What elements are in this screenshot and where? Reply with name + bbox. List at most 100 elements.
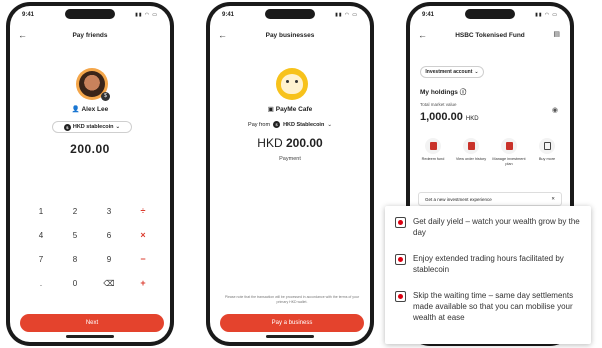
action-label: View order history xyxy=(455,157,487,161)
keypad-key[interactable]: − xyxy=(126,247,160,271)
holdings-title: My holdings ⓘ xyxy=(420,86,466,96)
market-value: 1,000.00 HKD xyxy=(420,111,479,123)
action-buy-more[interactable]: Buy more xyxy=(530,138,564,167)
action-label: Manage investment plan xyxy=(492,157,526,166)
info-icon[interactable]: ⓘ xyxy=(460,89,467,96)
keypad-key[interactable]: 1 xyxy=(24,199,58,223)
stablecoin-badge-icon: $ xyxy=(101,92,110,101)
extended-hours-icon xyxy=(395,254,406,265)
keypad-key[interactable]: 0 xyxy=(58,271,92,295)
action-redeem-fund[interactable]: Redeem fund xyxy=(416,138,450,167)
feature-card: Get daily yield – watch your wealth grow… xyxy=(385,206,591,344)
payment-label: Payment xyxy=(279,156,301,162)
feature-text: Get daily yield – watch your wealth grow… xyxy=(413,217,580,238)
promo-banner[interactable]: Get a new investment experience ✕ xyxy=(418,192,562,206)
keypad-key[interactable]: 3 xyxy=(92,199,126,223)
signal-battery-icon: ▮▮ ◠ ▭ xyxy=(535,12,558,18)
next-button[interactable]: Next xyxy=(20,314,164,332)
amount-display: HKD 200.00 xyxy=(210,136,370,150)
feature-extended-hours: Enjoy extended trading hours facilitated… xyxy=(395,253,587,275)
page-title: Pay businesses xyxy=(265,31,315,39)
keypad-key[interactable]: 7 xyxy=(24,247,58,271)
pay-business-button[interactable]: Pay a business xyxy=(220,314,364,332)
action-order-history[interactable]: View order history xyxy=(454,138,488,167)
avatar: $ xyxy=(76,68,110,101)
signal-battery-icon: ▮▮ ◠ ▭ xyxy=(135,12,158,18)
phone-screen: 9:41 ▮▮ ◠ ▭ ← Pay friends $ 👤 Alex Lee $… xyxy=(10,6,170,342)
back-arrow-icon[interactable]: ← xyxy=(418,28,427,42)
nav-bar: ← Pay friends xyxy=(10,28,170,42)
keypad-key[interactable]: 2 xyxy=(58,199,92,223)
signal-battery-icon: ▮▮ ◠ ▭ xyxy=(335,12,358,18)
merchant-name-text: PayMe Cafe xyxy=(275,106,313,113)
keypad-key[interactable]: × xyxy=(126,223,160,247)
store-icon: ▣ xyxy=(267,106,274,113)
amount-currency: HKD xyxy=(257,136,283,150)
eye-icon[interactable]: ◉ xyxy=(552,106,558,114)
keypad-key[interactable]: ÷ xyxy=(126,199,160,223)
keypad-key[interactable]: 4 xyxy=(24,223,58,247)
disclaimer-text: Please note that the transaction will be… xyxy=(224,295,360,304)
notch xyxy=(465,9,515,19)
pay-from-label: Pay from xyxy=(248,121,271,128)
back-arrow-icon[interactable]: ← xyxy=(18,28,27,42)
home-indicator xyxy=(266,335,314,338)
back-arrow-icon[interactable]: ← xyxy=(218,28,227,42)
contact-name: 👤 Alex Lee xyxy=(10,105,170,113)
phone-pay-friends: 9:41 ▮▮ ◠ ▭ ← Pay friends $ 👤 Alex Lee $… xyxy=(6,2,174,346)
close-icon[interactable]: ✕ xyxy=(551,196,555,202)
action-label: Redeem fund xyxy=(421,157,445,161)
action-label: Buy more xyxy=(538,157,556,161)
investment-plan-icon xyxy=(501,138,517,154)
nav-bar: ← HSBC Tokenised Fund ▤ xyxy=(410,28,570,42)
home-indicator xyxy=(66,335,114,338)
keypad-key[interactable]: 9 xyxy=(92,247,126,271)
feature-daily-yield: Get daily yield – watch your wealth grow… xyxy=(395,216,587,238)
action-investment-plan[interactable]: Manage investment plan xyxy=(492,138,526,167)
cafe-mascot-icon xyxy=(281,74,303,94)
number-keypad: 1 2 3 ÷ 4 5 6 × 7 8 9−. 0 ⌫ + xyxy=(24,199,160,295)
chevron-down-icon: ⌄ xyxy=(474,69,479,75)
keypad-key[interactable]: 6 xyxy=(92,223,126,247)
currency-selector-label: HKD stablecoin xyxy=(72,124,114,130)
user-icon: 👤 xyxy=(71,106,80,113)
amount-display: 200.00 xyxy=(70,142,110,156)
market-value-currency: HKD xyxy=(465,116,479,122)
notch xyxy=(265,9,315,19)
page-title: HSBC Tokenised Fund xyxy=(455,31,525,39)
pay-from-selector[interactable]: Pay from $ HKD Stablecoin ⌄ xyxy=(210,121,370,128)
feature-text: Skip the waiting time – same day settlem… xyxy=(413,291,574,323)
keypad-key[interactable]: . xyxy=(24,271,58,295)
currency-selector[interactable]: $ HKD stablecoin ⌄ xyxy=(52,121,132,133)
holdings-title-text: My holdings xyxy=(420,89,458,96)
clock-icon xyxy=(395,291,406,302)
account-selector[interactable]: Investment account ⌄ xyxy=(420,66,484,78)
keypad-key[interactable]: 8 xyxy=(58,247,92,271)
coin-icon: $ xyxy=(273,121,281,128)
merchant-name: ▣ PayMe Cafe xyxy=(210,105,370,113)
nav-bar: ← Pay businesses xyxy=(210,28,370,42)
chevron-down-icon: ⌄ xyxy=(115,124,121,130)
page-title: Pay friends xyxy=(72,31,108,39)
status-time: 9:41 xyxy=(22,12,35,18)
coin-icon: $ xyxy=(63,123,71,131)
chevron-down-icon: ⌄ xyxy=(327,121,332,128)
fund-actions: Redeem fund View order history Manage in… xyxy=(416,138,564,167)
buy-icon xyxy=(539,138,555,154)
keypad-key[interactable]: + xyxy=(126,271,160,295)
order-history-icon xyxy=(463,138,479,154)
status-time: 9:41 xyxy=(422,12,435,18)
keypad-key[interactable]: 5 xyxy=(58,223,92,247)
daily-yield-icon xyxy=(395,217,406,228)
contact-name-text: Alex Lee xyxy=(81,106,109,113)
phone-pay-businesses: 9:41 ▮▮ ◠ ▭ ← Pay businesses ▣ PayMe Caf… xyxy=(206,2,374,346)
status-time: 9:41 xyxy=(222,12,235,18)
pay-from-value: HKD Stablecoin xyxy=(283,121,325,128)
document-icon[interactable]: ▤ xyxy=(553,28,560,42)
feature-same-day-settlement: Skip the waiting time – same day settlem… xyxy=(395,290,587,324)
notch xyxy=(65,9,115,19)
market-value-amount: 1,000.00 xyxy=(420,111,463,123)
keypad-key[interactable]: ⌫ xyxy=(92,271,126,295)
phone-screen: 9:41 ▮▮ ◠ ▭ ← Pay businesses ▣ PayMe Caf… xyxy=(210,6,370,342)
market-value-label: Total market value xyxy=(420,102,457,107)
